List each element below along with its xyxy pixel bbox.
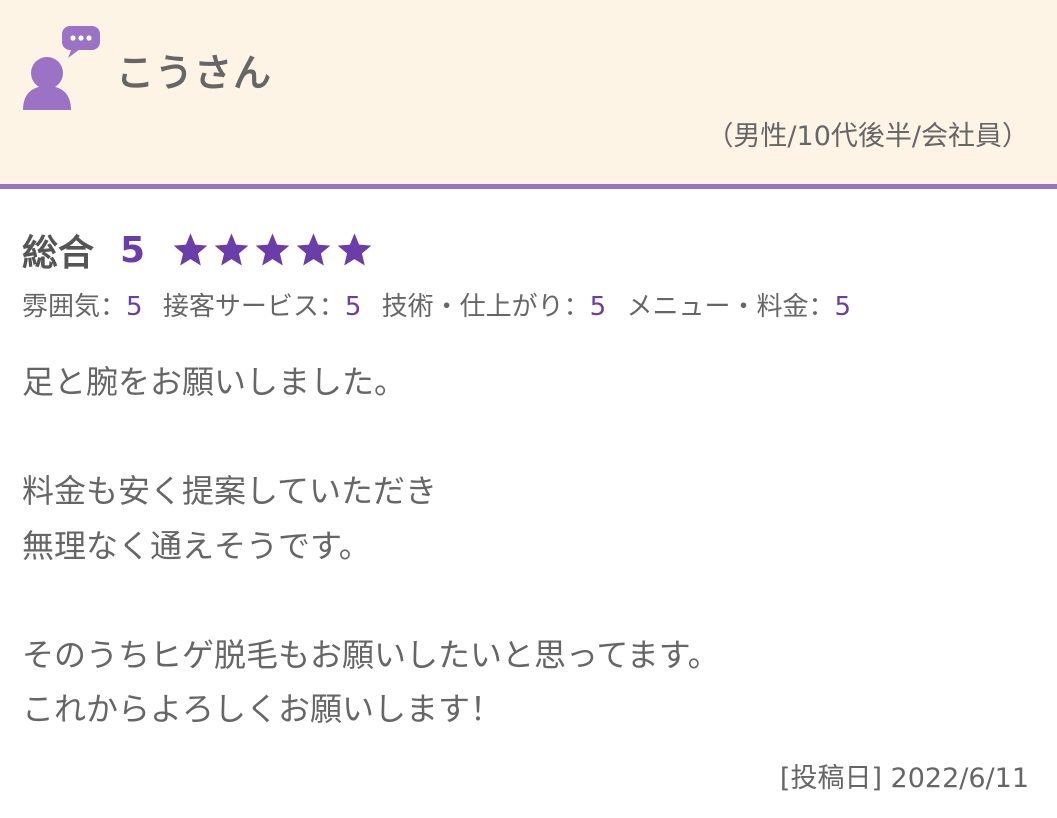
reviewer-name: こうさん — [116, 51, 273, 95]
overall-score: 5 — [120, 229, 146, 271]
post-date: [投稿日] 2022/6/11 — [779, 763, 1029, 794]
comment-line: 無理なく通えそうです。 — [22, 526, 371, 565]
star-icon — [337, 233, 372, 266]
sub-ratings: 雰囲気：5 接客サービス：5 技術・仕上がり：5 メニュー・料金：5 — [22, 286, 863, 323]
sub-rating-menu-price: メニュー・料金：5 — [626, 292, 851, 322]
comment-line: 足と腕をお願いしました。 — [22, 363, 407, 401]
sub-rating-value: 5 — [834, 292, 852, 322]
sub-rating-value: 5 — [126, 292, 143, 322]
comment-line: 料金も安く提案していただき — [22, 472, 438, 510]
sub-rating-value: 5 — [589, 292, 607, 322]
sub-rating-atmosphere: 雰囲気：5 — [22, 292, 143, 322]
sub-rating-service: 接客サービス：5 — [163, 292, 362, 322]
reviewer-profile: （男性/10代後半/会社員） — [706, 121, 1029, 152]
overall-rating: 総合 5 — [22, 224, 374, 276]
overall-label: 総合 — [22, 233, 95, 274]
sub-rating-label: 雰囲気： — [22, 292, 127, 322]
sub-rating-label: 接客サービス： — [162, 292, 345, 322]
comment-line — [22, 573, 720, 628]
comment-line: これからよろしくお願いします！ — [22, 690, 503, 728]
star-icon — [255, 233, 290, 266]
star-rating — [171, 231, 374, 269]
sub-rating-label: メニュー・料金： — [626, 292, 835, 322]
review-header: こうさん （男性/10代後半/会社員） — [0, 0, 1057, 189]
sub-rating-label: 技術・仕上がり： — [381, 292, 590, 322]
star-icon — [214, 233, 249, 266]
comment-line — [22, 410, 720, 465]
user-comment-icon — [23, 26, 100, 110]
review-comment: 足と腕をお願いしました。 料金も安く提案していただき 無理なく通えそうです。 そ… — [22, 355, 720, 737]
star-icon — [296, 233, 331, 266]
sub-rating-value: 5 — [344, 292, 362, 322]
sub-rating-skill: 技術・仕上がり：5 — [382, 292, 607, 322]
star-icon — [173, 233, 208, 266]
comment-line: そのうちヒゲ脱毛もお願いしたいと思ってます。 — [22, 635, 720, 674]
